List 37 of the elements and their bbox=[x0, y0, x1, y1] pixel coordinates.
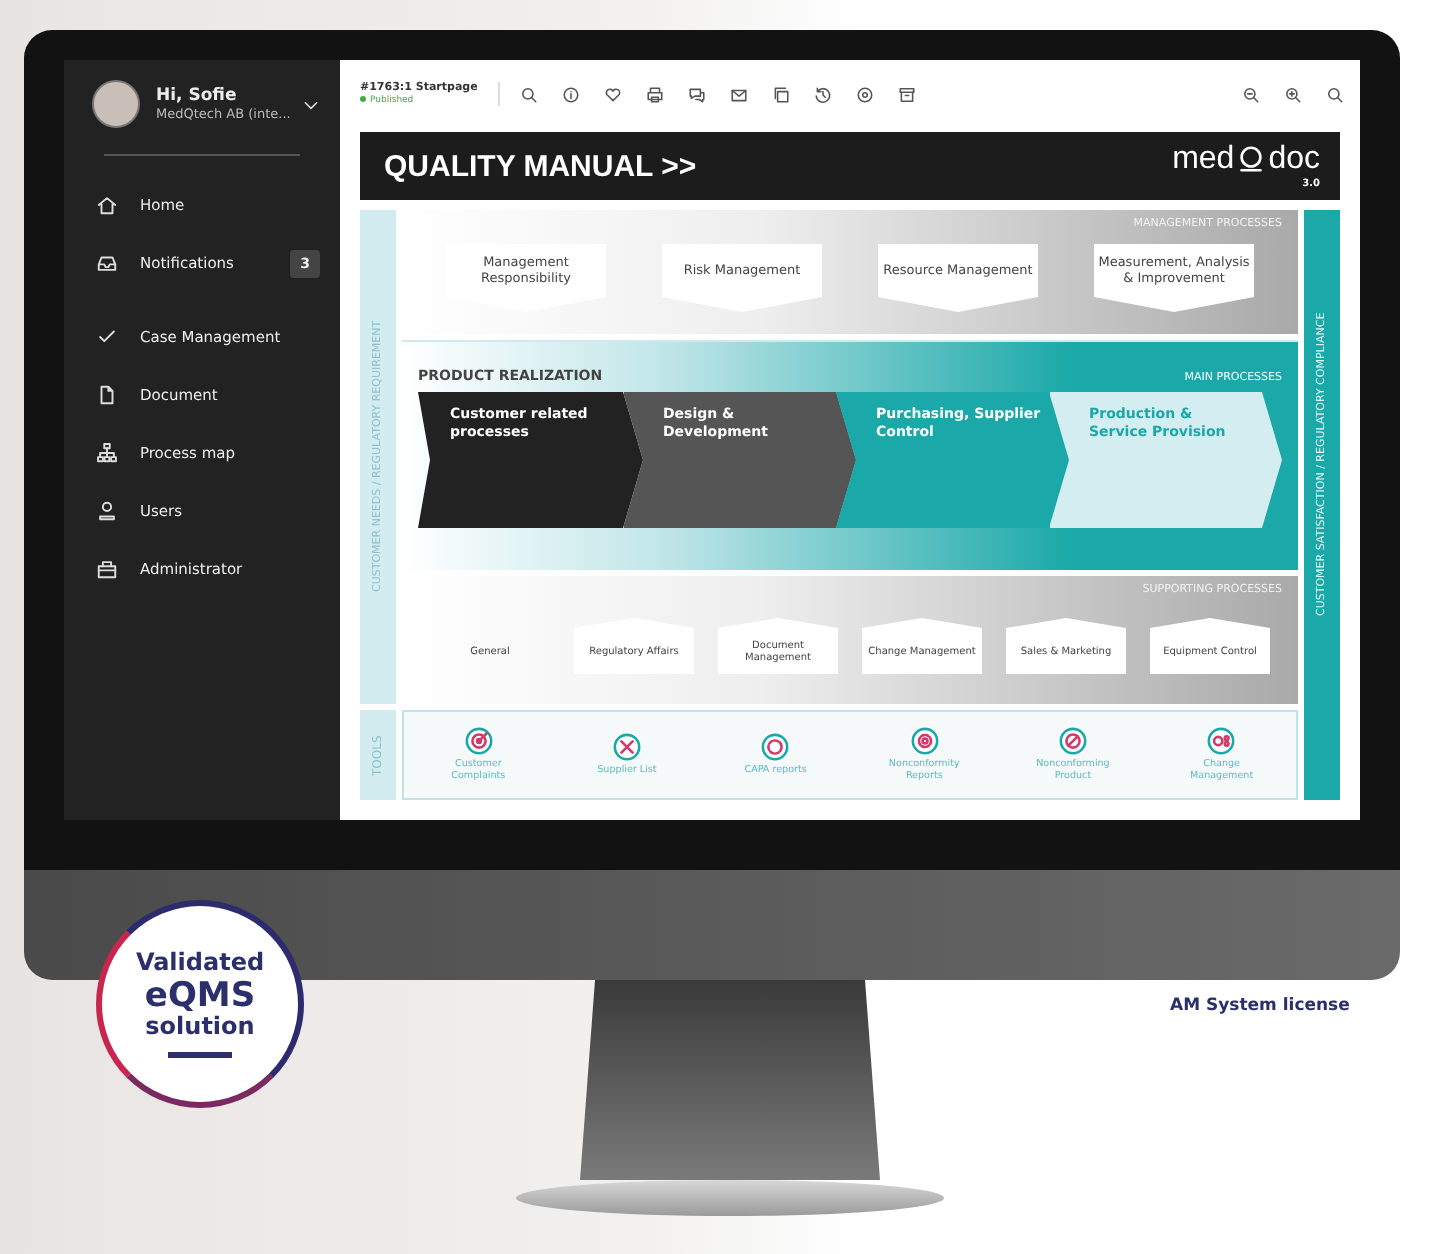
badge-text: Validated bbox=[135, 950, 265, 978]
prohibited-icon[interactable] bbox=[1057, 726, 1088, 757]
badge-text: solution bbox=[145, 1014, 255, 1042]
hierarchy-icon bbox=[96, 442, 118, 464]
gear-icon[interactable] bbox=[909, 726, 940, 757]
page-heading: QUALITY MANUAL >> bbox=[384, 149, 697, 183]
search-icon[interactable] bbox=[1326, 85, 1344, 103]
mail-icon[interactable] bbox=[729, 85, 748, 103]
search-icon[interactable] bbox=[519, 85, 538, 103]
logo-text: doc bbox=[1268, 143, 1320, 175]
gears-icon[interactable] bbox=[1206, 726, 1237, 757]
avatar bbox=[92, 80, 140, 128]
cross-icon[interactable] bbox=[611, 732, 642, 763]
user-greeting: Hi, Sofie bbox=[156, 86, 239, 106]
record-icon[interactable] bbox=[855, 85, 874, 103]
logo-text: med bbox=[1172, 143, 1235, 175]
check-icon bbox=[96, 326, 118, 348]
magnifier-logo-icon bbox=[1236, 144, 1267, 174]
ring-icon[interactable] bbox=[760, 732, 791, 763]
badge-underline bbox=[168, 1051, 232, 1058]
document-icon bbox=[96, 384, 118, 406]
tray-icon bbox=[96, 252, 118, 274]
info-icon[interactable] bbox=[561, 85, 580, 103]
chat-icon[interactable] bbox=[687, 85, 706, 103]
copy-icon[interactable] bbox=[771, 85, 790, 103]
heart-icon[interactable] bbox=[603, 85, 622, 103]
briefcase-icon bbox=[96, 558, 118, 580]
license-label: AM System license bbox=[1170, 996, 1350, 1016]
zoom-in-icon[interactable] bbox=[1284, 85, 1302, 103]
home-icon bbox=[96, 194, 118, 216]
zoom-out-icon[interactable] bbox=[1242, 85, 1260, 103]
target-icon[interactable] bbox=[463, 726, 494, 757]
history-icon[interactable] bbox=[813, 85, 832, 103]
user-icon bbox=[96, 500, 118, 522]
printer-icon[interactable] bbox=[645, 85, 664, 103]
archive-icon[interactable] bbox=[897, 85, 916, 103]
badge-text: eQMS bbox=[144, 977, 256, 1015]
